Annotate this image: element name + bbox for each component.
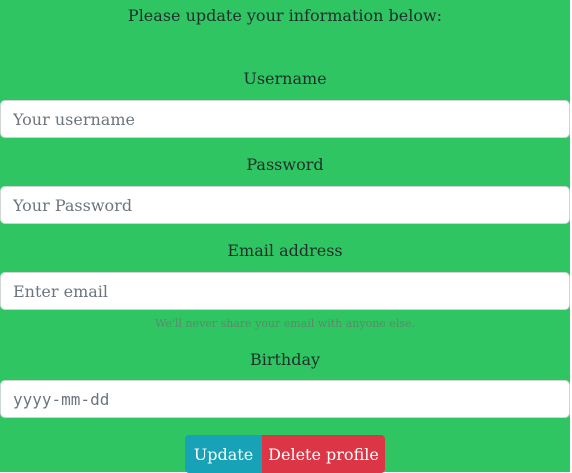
password-label: Password xyxy=(246,155,324,174)
email-label: Email address xyxy=(227,241,343,260)
delete-profile-button[interactable]: Delete profile xyxy=(262,435,385,473)
email-input[interactable] xyxy=(0,272,570,310)
password-input[interactable] xyxy=(0,186,570,224)
birthday-input[interactable] xyxy=(0,380,570,418)
username-label: Username xyxy=(243,69,327,88)
email-help-text: We'll never share your email with anyone… xyxy=(155,317,415,330)
username-input[interactable] xyxy=(0,100,570,138)
update-button[interactable]: Update xyxy=(185,435,262,473)
profile-update-form: Please update your information below: Us… xyxy=(0,0,570,473)
birthday-label: Birthday xyxy=(249,350,321,369)
form-intro: Please update your information below: xyxy=(127,6,443,25)
